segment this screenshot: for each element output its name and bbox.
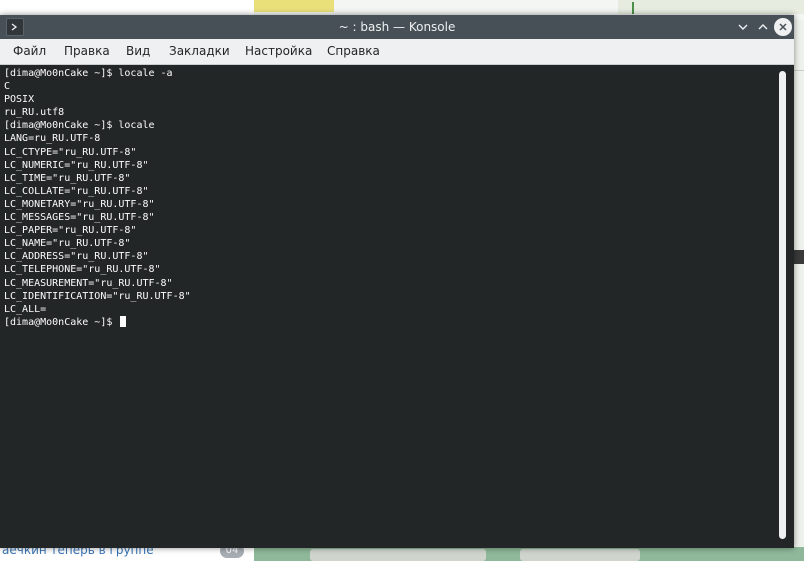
terminal-output[interactable]: [dima@Mo0nCake ~]$ locale -a C POSIX ru_… (0, 65, 776, 548)
menu-bookmarks[interactable]: Закладки (169, 39, 230, 64)
text-cursor (120, 315, 127, 327)
prompt: [dima@Mo0nCake ~]$ (4, 316, 119, 328)
chevron-up-icon (758, 24, 768, 30)
scrollbar-handle[interactable] (779, 71, 786, 539)
output-line: LC_MEASUREMENT="ru_RU.UTF-8" (4, 277, 173, 289)
background-wallpaper-fragment (254, 0, 334, 12)
output-line: LC_IDENTIFICATION="ru_RU.UTF-8" (4, 290, 191, 302)
background-window-right-edge (794, 20, 804, 561)
output-line: ru_RU.utf8 (4, 107, 65, 119)
output-line: LC_NUMERIC="ru_RU.UTF-8" (4, 159, 149, 171)
output-line: LC_ALL= (4, 303, 47, 315)
output-line: [dima@Mo0nCake ~]$ locale (4, 120, 155, 132)
output-line: LC_NAME="ru_RU.UTF-8" (4, 238, 131, 250)
konsole-window: ~ : bash — Konsole Файл Правка Вид Закла… (0, 15, 794, 548)
output-line: C (4, 81, 11, 93)
menu-edit[interactable]: Правка (64, 39, 110, 64)
titlebar[interactable]: ~ : bash — Konsole (0, 15, 794, 39)
menu-view[interactable]: Вид (126, 39, 150, 64)
background-window-right (618, 0, 804, 14)
output-line: [dima@Mo0nCake ~]$ locale -a (4, 68, 173, 79)
menu-file[interactable]: Файл (13, 39, 46, 64)
terminal-text: [dima@Mo0nCake ~]$ locale -a C POSIX ru_… (4, 67, 191, 329)
scrollbar[interactable] (776, 65, 794, 548)
output-line: LC_COLLATE="ru_RU.UTF-8" (4, 185, 149, 197)
output-line: LC_MONETARY="ru_RU.UTF-8" (4, 198, 155, 210)
menu-help[interactable]: Справка (327, 39, 380, 64)
close-icon (779, 23, 787, 31)
chevron-down-icon (738, 24, 748, 30)
output-line: LC_PAPER="ru_RU.UTF-8" (4, 225, 137, 237)
output-line: LANG=ru_RU.UTF-8 (4, 133, 101, 145)
output-line: LC_TIME="ru_RU.UTF-8" (4, 172, 131, 184)
menu-settings[interactable]: Настройка (245, 39, 312, 64)
output-line: POSIX (4, 94, 35, 106)
close-button[interactable] (774, 18, 792, 36)
output-line: LC_CTYPE="ru_RU.UTF-8" (4, 146, 137, 158)
minimize-button[interactable] (734, 18, 752, 36)
maximize-button[interactable] (754, 18, 772, 36)
output-line: LC_ADDRESS="ru_RU.UTF-8" (4, 251, 149, 263)
menubar: Файл Правка Вид Закладки Настройка Справ… (0, 39, 794, 65)
output-line: LC_MESSAGES="ru_RU.UTF-8" (4, 212, 155, 224)
window-title: ~ : bash — Konsole (338, 20, 456, 34)
output-line: LC_TELEPHONE="ru_RU.UTF-8" (4, 264, 161, 276)
